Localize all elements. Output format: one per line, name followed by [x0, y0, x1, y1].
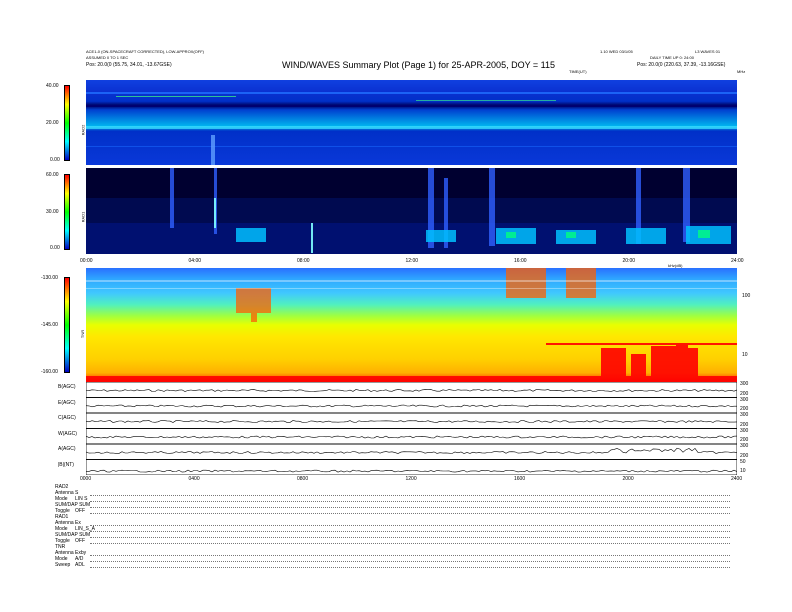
line-plot-label: B(AGC) [58, 384, 76, 390]
rad2-tick-mid: 20.00 [46, 120, 59, 126]
line-plot-series [86, 435, 737, 439]
time-tick-bottom: 0400 [188, 476, 200, 482]
time-tick: 08:00 [297, 258, 310, 264]
page-title: WIND/WAVES Summary Plot (Page 1) for 25-… [282, 60, 556, 70]
line-plot-label: C(AGC) [58, 415, 76, 421]
header-line1-left: ACE1-0 (ON-SPACECRAFT CORRECTED), LOW-AP… [86, 49, 205, 54]
legend-dotted-line [90, 543, 730, 544]
rad1-tick-bottom: 0.00 [50, 245, 60, 251]
header-line1-right: 1.10 WED 03/1/05 [600, 49, 633, 54]
legend-dotted-line [90, 561, 730, 562]
time-label: TIME(UT) [569, 69, 587, 74]
header-line2-right: DAILY TIME UP 0: 24:00 [650, 55, 694, 60]
header-line1-right2: L3 WAVES 01 [695, 49, 721, 54]
rad1-tick-mid: 30.00 [46, 209, 59, 215]
line-plot-right-tick: 50 [740, 458, 746, 465]
time-tick-bottom: 1600 [514, 476, 526, 482]
legend-value: OFF [75, 538, 85, 544]
legend-dotted-line [90, 507, 730, 508]
rad1-colorbar [64, 174, 70, 250]
line-plot-right-tick: 300 [740, 412, 749, 418]
time-tick-bottom: 1200 [405, 476, 417, 482]
header-pos-left: Pos: 20.0(0 (55.75, 34.01, -13.67GSE) [86, 62, 172, 68]
legend-dotted-line [90, 501, 730, 502]
line-plot-right-tick: 300 [740, 427, 749, 434]
header-line2-left: ASSUMED 0 TO 1 SEC [86, 55, 129, 60]
time-tick: 00:00 [80, 258, 93, 264]
line-plot-frame [86, 382, 737, 398]
line-plot-right-tick: 200 [740, 452, 749, 459]
line-plot-series [86, 447, 737, 454]
time-tick-bottom: 0800 [297, 476, 309, 482]
time-tick: 24:00 [731, 258, 744, 264]
rad2-spectrogram [86, 80, 737, 165]
rad2-tick-top: 40.00 [46, 83, 59, 89]
tnr-right-tick-100: 100 [742, 293, 751, 299]
rad1-label: RAD1 [80, 211, 86, 223]
line-plot-label: W(AGC) [58, 430, 77, 437]
line-plot-right-tick: 200 [740, 390, 749, 397]
line-plot-right-tick: 300 [740, 396, 749, 403]
header-pos-right: Pos: 20.0(0 (220.63, 37.39, -13.16GSE) [637, 62, 726, 68]
legend-dotted-line [90, 495, 730, 496]
tnr-right-tick-10: 10 [742, 352, 748, 358]
time-tick: 20:00 [622, 258, 636, 264]
legend-value: ADL [75, 562, 85, 568]
tnr-tick-mid: -145.00 [41, 322, 58, 328]
tnr-label: TNR [80, 329, 86, 339]
legend-dotted-line [90, 537, 730, 538]
tnr-tick-bottom: -160.00 [41, 369, 58, 375]
tnr-khz-label: kHz(dB) [668, 263, 683, 268]
legend-dotted-line [90, 525, 730, 526]
line-plot-frame [86, 428, 737, 445]
line-plot-right-tick: 300 [740, 443, 749, 449]
time-tick-bottom: 2400 [731, 476, 743, 482]
legend-value: OFF [75, 508, 85, 514]
tnr-tick-top: -130.00 [41, 275, 58, 281]
time-tick: 16:00 [514, 258, 527, 264]
legend-dotted-line [90, 567, 730, 568]
line-plot-series [86, 420, 737, 423]
line-plot-series [86, 469, 737, 473]
line-plot-series [86, 389, 737, 392]
line-plot-series [86, 404, 737, 408]
rad2-colorbar [64, 85, 70, 161]
time-tick-bottom: 2000 [622, 476, 634, 482]
mhz-label: MHz [737, 69, 746, 74]
line-plot-right-tick: 300 [740, 381, 749, 387]
tnr-colorbar [64, 277, 70, 373]
line-plot-right-tick: 10 [740, 468, 746, 474]
rad1-tick-top: 60.00 [46, 172, 59, 178]
legend-dotted-line [90, 513, 730, 514]
line-plot-label: A(AGC) [58, 446, 76, 452]
agc-line-plots [86, 382, 737, 475]
time-tick: 04:00 [188, 258, 202, 264]
time-tick: 12:00 [405, 258, 419, 264]
time-tick-bottom: 0000 [80, 476, 92, 482]
rad1-spectrogram [86, 168, 737, 254]
tnr-spectrogram [86, 268, 737, 382]
rad2-label: RAD2 [80, 124, 86, 136]
line-plot-label: E(AGC) [58, 399, 76, 406]
line-plot-label: |B|(NT) [58, 461, 74, 468]
legend-dotted-line [90, 555, 730, 556]
rad2-tick-bottom: 0.00 [50, 157, 60, 163]
legend-dotted-line [90, 531, 730, 532]
line-plot-frame [86, 459, 737, 475]
line-plot-right-tick: 200 [740, 421, 749, 428]
legend-key: Sweep [55, 562, 71, 568]
